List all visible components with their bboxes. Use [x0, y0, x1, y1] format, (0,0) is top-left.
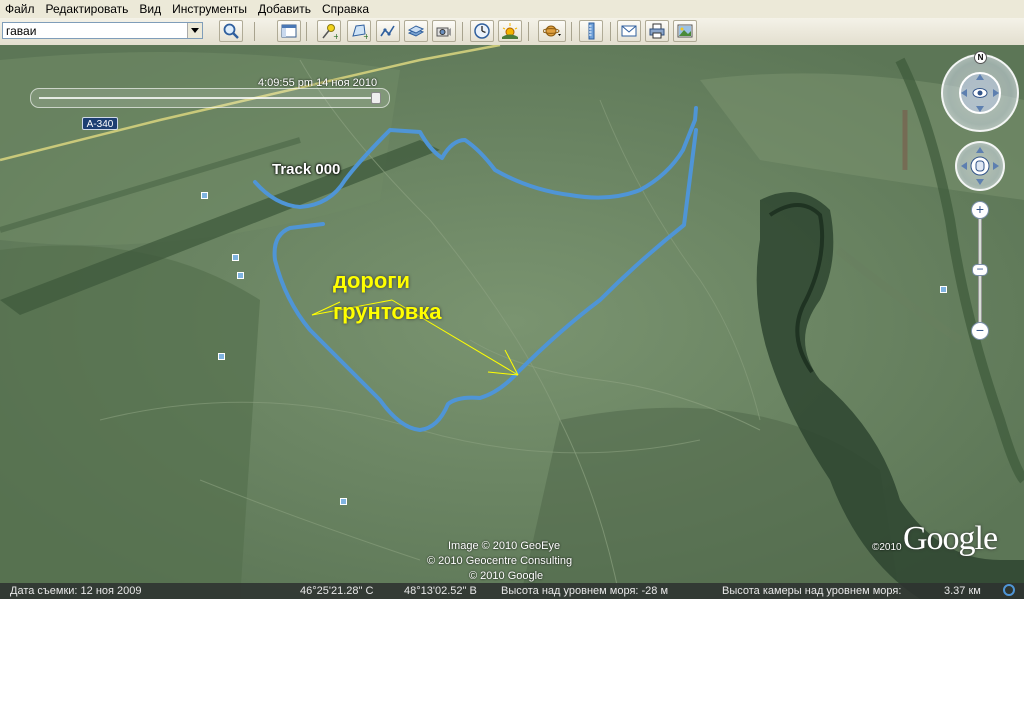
- search-input[interactable]: гаваи: [2, 22, 203, 39]
- google-copyright-year: ©2010: [872, 542, 902, 553]
- minus-icon: −: [975, 322, 985, 338]
- menu-file[interactable]: Файл: [0, 0, 41, 18]
- toolbar-separator: [254, 22, 255, 41]
- time-slider-track: [39, 97, 381, 99]
- menu-view[interactable]: Вид: [134, 0, 167, 18]
- annotation-roads: дороги: [333, 268, 410, 293]
- zoom-slider[interactable]: + − −: [970, 200, 990, 342]
- ruler-icon: [588, 22, 595, 40]
- pushpin-icon: +: [322, 24, 338, 40]
- map-marker[interactable]: [940, 286, 947, 293]
- toolbar-separator: [528, 22, 529, 41]
- elevation: Высота над уровнем моря: -28 м: [501, 585, 669, 597]
- minus-icon: −: [976, 262, 984, 276]
- map-marker[interactable]: [340, 498, 347, 505]
- annotation-dirt-road: грунтовка: [333, 299, 442, 324]
- map-marker[interactable]: [201, 192, 208, 199]
- sun-icon: [502, 23, 518, 39]
- blank-area: [0, 599, 1024, 719]
- move-joystick[interactable]: [955, 141, 1005, 191]
- sidebar-icon: [281, 24, 297, 38]
- toolbar-separator: [306, 22, 307, 41]
- north-button[interactable]: N: [974, 51, 987, 64]
- magnifier-icon: [223, 23, 239, 39]
- menu-edit[interactable]: Редактировать: [41, 0, 135, 18]
- google-logo: Google: [903, 520, 998, 557]
- time-slider-thumb[interactable]: [371, 92, 381, 104]
- add-polygon-button[interactable]: +: [347, 20, 371, 42]
- imagery-date: Дата съемки: 12 ноя 2009: [10, 585, 142, 597]
- email-button[interactable]: [617, 20, 641, 42]
- map-marker[interactable]: [237, 272, 244, 279]
- geocentre-credit: © 2010 Geocentre Consulting: [427, 555, 573, 567]
- map-marker[interactable]: [218, 353, 225, 360]
- printer-icon: [649, 23, 665, 39]
- longitude: 48°13'02.52" В: [404, 585, 477, 597]
- print-button[interactable]: [645, 20, 669, 42]
- svg-text:+: +: [333, 32, 338, 40]
- menu-help[interactable]: Справка: [317, 0, 375, 18]
- save-image-button[interactable]: [673, 20, 697, 42]
- status-bar: Дата съемки: 12 ноя 2009 46°25'21.28" С …: [0, 583, 1024, 599]
- image-icon: [677, 24, 693, 38]
- svg-text:+: +: [363, 32, 368, 40]
- time-slider[interactable]: [30, 88, 390, 108]
- record-tour-button[interactable]: [432, 20, 456, 42]
- track-label[interactable]: Track 000: [272, 161, 340, 178]
- eye-altitude-label: Высота камеры над уровнем моря:: [722, 585, 902, 597]
- streaming-indicator-icon: [1003, 584, 1015, 596]
- toolbar-separator: [571, 22, 572, 41]
- satellite-imagery: [0, 45, 1024, 599]
- toolbar: гаваи + +: [0, 18, 1024, 46]
- plus-icon: +: [975, 201, 985, 217]
- image-overlay-icon: [407, 25, 425, 37]
- camera-icon: [436, 27, 451, 37]
- menu-tools[interactable]: Инструменты: [167, 0, 253, 18]
- search-button[interactable]: [219, 20, 243, 42]
- north-label: N: [977, 53, 984, 62]
- toolbar-separator: [462, 22, 463, 41]
- route-label: А-340: [82, 117, 118, 130]
- zoom-in-button[interactable]: +: [971, 201, 989, 219]
- map-marker[interactable]: [232, 254, 239, 261]
- add-path-button[interactable]: [376, 20, 400, 42]
- hand-navigation-icon: [961, 147, 999, 185]
- menu-bar: Файл Редактировать Вид Инструменты Добав…: [0, 0, 1024, 18]
- envelope-icon: [621, 25, 637, 37]
- polygon-icon: +: [352, 24, 368, 40]
- historical-imagery-button[interactable]: [470, 20, 494, 42]
- sunlight-button[interactable]: [498, 20, 522, 42]
- menu-add[interactable]: Добавить: [253, 0, 317, 18]
- add-placemark-button[interactable]: +: [317, 20, 341, 42]
- sidebar-toggle-button[interactable]: [277, 20, 301, 42]
- look-joystick[interactable]: [941, 54, 1019, 132]
- eye-navigation-icon: [959, 72, 1001, 114]
- zoom-thumb[interactable]: −: [972, 262, 988, 276]
- google-credit: © 2010 Google: [469, 570, 544, 582]
- eye-altitude-value: 3.37 км: [944, 585, 981, 597]
- zoom-out-button[interactable]: −: [971, 322, 989, 340]
- clock-icon: [474, 23, 490, 39]
- add-image-overlay-button[interactable]: [404, 20, 428, 42]
- search-dropdown-arrow[interactable]: [187, 23, 202, 38]
- imagery-credit: Image © 2010 GeoEye: [448, 540, 561, 552]
- path-icon: [380, 25, 395, 37]
- switch-sky-button[interactable]: [538, 20, 566, 42]
- latitude: 46°25'21.28" С: [300, 585, 374, 597]
- planet-icon: [543, 25, 561, 37]
- ruler-button[interactable]: [579, 20, 603, 42]
- search-input-value: гаваи: [6, 24, 37, 38]
- map-view[interactable]: [0, 45, 1024, 599]
- toolbar-separator: [610, 22, 611, 41]
